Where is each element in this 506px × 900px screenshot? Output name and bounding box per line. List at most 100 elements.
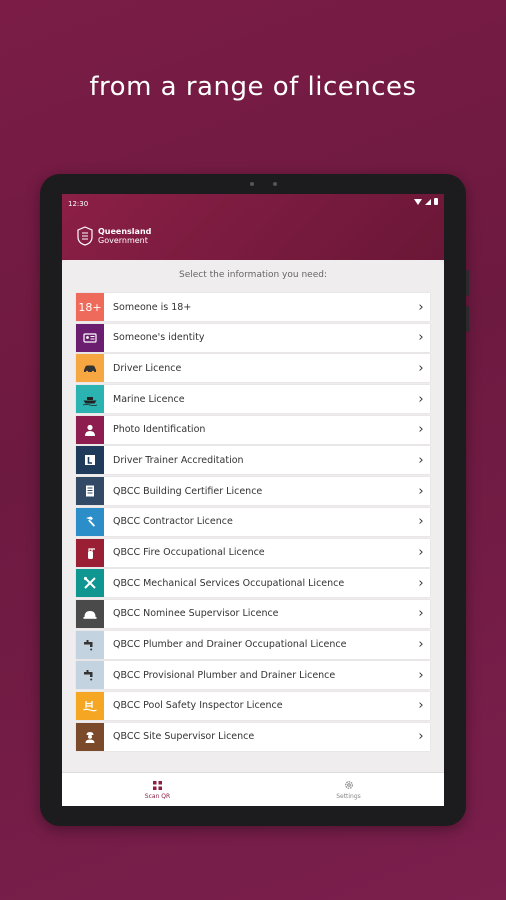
- licence-row[interactable]: QBCC Contractor Licence ›: [76, 507, 430, 536]
- licence-icon-tile: [76, 354, 104, 383]
- licence-icon-tile: [76, 691, 104, 720]
- licence-icon-tile: [76, 661, 104, 690]
- boat-icon: [82, 397, 98, 406]
- front-camera: [250, 182, 254, 186]
- chevron-right-icon: ›: [418, 698, 424, 714]
- gear-icon: [344, 781, 353, 789]
- chevron-right-icon: ›: [418, 575, 424, 591]
- licence-row[interactable]: QBCC Mechanical Services Occupational Li…: [76, 569, 430, 598]
- qld-gov-logo: Queensland Government: [76, 226, 151, 246]
- licence-label: QBCC Building Certifier Licence: [113, 485, 263, 497]
- power-button: [466, 306, 469, 332]
- fire-extinguisher-icon: [88, 547, 95, 559]
- licence-label: QBCC Pool Safety Inspector Licence: [113, 700, 283, 712]
- chevron-right-icon: ›: [418, 729, 424, 745]
- logo-line1: Queensland: [98, 227, 152, 236]
- nav-settings[interactable]: Settings: [253, 773, 444, 806]
- signal-icon: [425, 198, 431, 205]
- logo-line2: Government: [98, 236, 148, 245]
- licence-row[interactable]: Someone's identity ›: [76, 323, 430, 352]
- licence-label: Marine Licence: [113, 393, 185, 405]
- id-card-icon: [83, 333, 97, 343]
- tablet-frame: 12:30 Queensland Government Select the i…: [40, 174, 469, 826]
- licence-row[interactable]: QBCC Provisional Plumber and Drainer Lic…: [76, 661, 430, 690]
- licence-label: QBCC Provisional Plumber and Drainer Lic…: [113, 669, 336, 681]
- volume-button: [466, 270, 469, 296]
- licence-icon-tile: [76, 385, 104, 414]
- licence-icon-tile: [76, 569, 104, 598]
- app-screen: 12:30 Queensland Government Select the i…: [62, 194, 444, 806]
- nav-settings-label: Settings: [336, 793, 361, 800]
- chevron-right-icon: ›: [418, 299, 424, 315]
- licence-row[interactable]: QBCC Fire Occupational Licence ›: [76, 538, 430, 567]
- licence-row[interactable]: QBCC Site Supervisor Licence ›: [76, 722, 430, 751]
- car-icon: [84, 365, 96, 374]
- licence-row[interactable]: Driver Licence ›: [76, 354, 430, 383]
- front-sensor: [273, 182, 277, 186]
- document-icon: [86, 485, 94, 497]
- age-18-icon: 18+: [78, 300, 102, 314]
- licence-row[interactable]: QBCC Building Certifier Licence ›: [76, 477, 430, 506]
- learner-plate-icon: [85, 455, 95, 466]
- person-icon: [85, 424, 95, 436]
- nav-scan-qr[interactable]: Scan QR: [62, 773, 253, 806]
- tap-icon: [84, 670, 93, 681]
- licence-icon-tile: [76, 722, 104, 751]
- chevron-right-icon: ›: [418, 606, 424, 622]
- licence-icon-tile: [76, 446, 104, 475]
- chevron-right-icon: ›: [418, 422, 424, 438]
- tools-icon: [83, 577, 96, 589]
- wifi-icon: [414, 198, 422, 205]
- licence-row[interactable]: 18+ Someone is 18+ ›: [76, 293, 430, 321]
- chevron-right-icon: ›: [418, 514, 424, 530]
- headline: from a range of licences: [89, 72, 417, 102]
- status-time: 12:30: [68, 200, 89, 208]
- pool-icon: [83, 700, 97, 712]
- licence-icon-tile: [76, 415, 104, 444]
- licence-label: QBCC Fire Occupational Licence: [113, 547, 265, 558]
- licence-icon-tile: [76, 599, 104, 628]
- supervisor-icon: [85, 731, 95, 743]
- licence-list: 18+ Someone is 18+ › Someone's identity › Dri…: [76, 293, 430, 753]
- licence-icon-tile: [76, 538, 104, 567]
- crest-icon: [77, 226, 93, 246]
- licence-label: Photo Identification: [113, 424, 206, 436]
- chevron-right-icon: ›: [418, 667, 424, 683]
- chevron-right-icon: ›: [418, 452, 424, 468]
- licence-label: QBCC Mechanical Services Occupational Li…: [113, 577, 345, 589]
- chevron-right-icon: ›: [418, 330, 424, 346]
- instruction-text: Select the information you need:: [179, 270, 327, 280]
- licence-row[interactable]: Marine Licence ›: [76, 385, 430, 414]
- licence-icon-tile: [76, 630, 104, 659]
- hard-hat-icon: [83, 610, 97, 619]
- licence-row[interactable]: QBCC Pool Safety Inspector Licence ›: [76, 691, 430, 720]
- bottom-nav: Scan QR Settings: [62, 772, 444, 806]
- licence-label: Driver Licence: [113, 362, 182, 374]
- battery-icon: [434, 198, 438, 205]
- qr-grid-icon: [153, 780, 162, 790]
- licence-label: Driver Trainer Accreditation: [113, 454, 244, 466]
- licence-icon-tile: 18+: [76, 293, 104, 321]
- licence-row[interactable]: QBCC Nominee Supervisor Licence ›: [76, 599, 430, 628]
- chevron-right-icon: ›: [418, 391, 424, 407]
- tap-icon: [84, 639, 93, 651]
- licence-label: QBCC Contractor Licence: [113, 516, 233, 528]
- licence-row[interactable]: QBCC Plumber and Drainer Occupational Li…: [76, 630, 430, 659]
- selection-card: Select the information you need: 18+ Some…: [62, 260, 444, 772]
- nav-scan-label: Scan QR: [144, 792, 171, 800]
- licence-row[interactable]: Photo Identification ›: [76, 415, 430, 444]
- licence-label: Someone's identity: [113, 332, 205, 344]
- licence-icon-tile: [76, 323, 104, 352]
- licence-label: Someone is 18+: [113, 301, 192, 313]
- licence-label: QBCC Plumber and Drainer Occupational Li…: [113, 639, 347, 651]
- licence-label: QBCC Site Supervisor Licence: [113, 731, 255, 743]
- app-bar: 12:30 Queensland Government: [62, 194, 444, 260]
- licence-row[interactable]: Driver Trainer Accreditation ›: [76, 446, 430, 475]
- chevron-right-icon: ›: [418, 360, 424, 376]
- chevron-right-icon: ›: [418, 545, 424, 560]
- licence-icon-tile: [76, 477, 104, 506]
- hammer-icon: [86, 516, 95, 527]
- chevron-right-icon: ›: [418, 637, 424, 653]
- licence-icon-tile: [76, 507, 104, 536]
- chevron-right-icon: ›: [418, 483, 424, 499]
